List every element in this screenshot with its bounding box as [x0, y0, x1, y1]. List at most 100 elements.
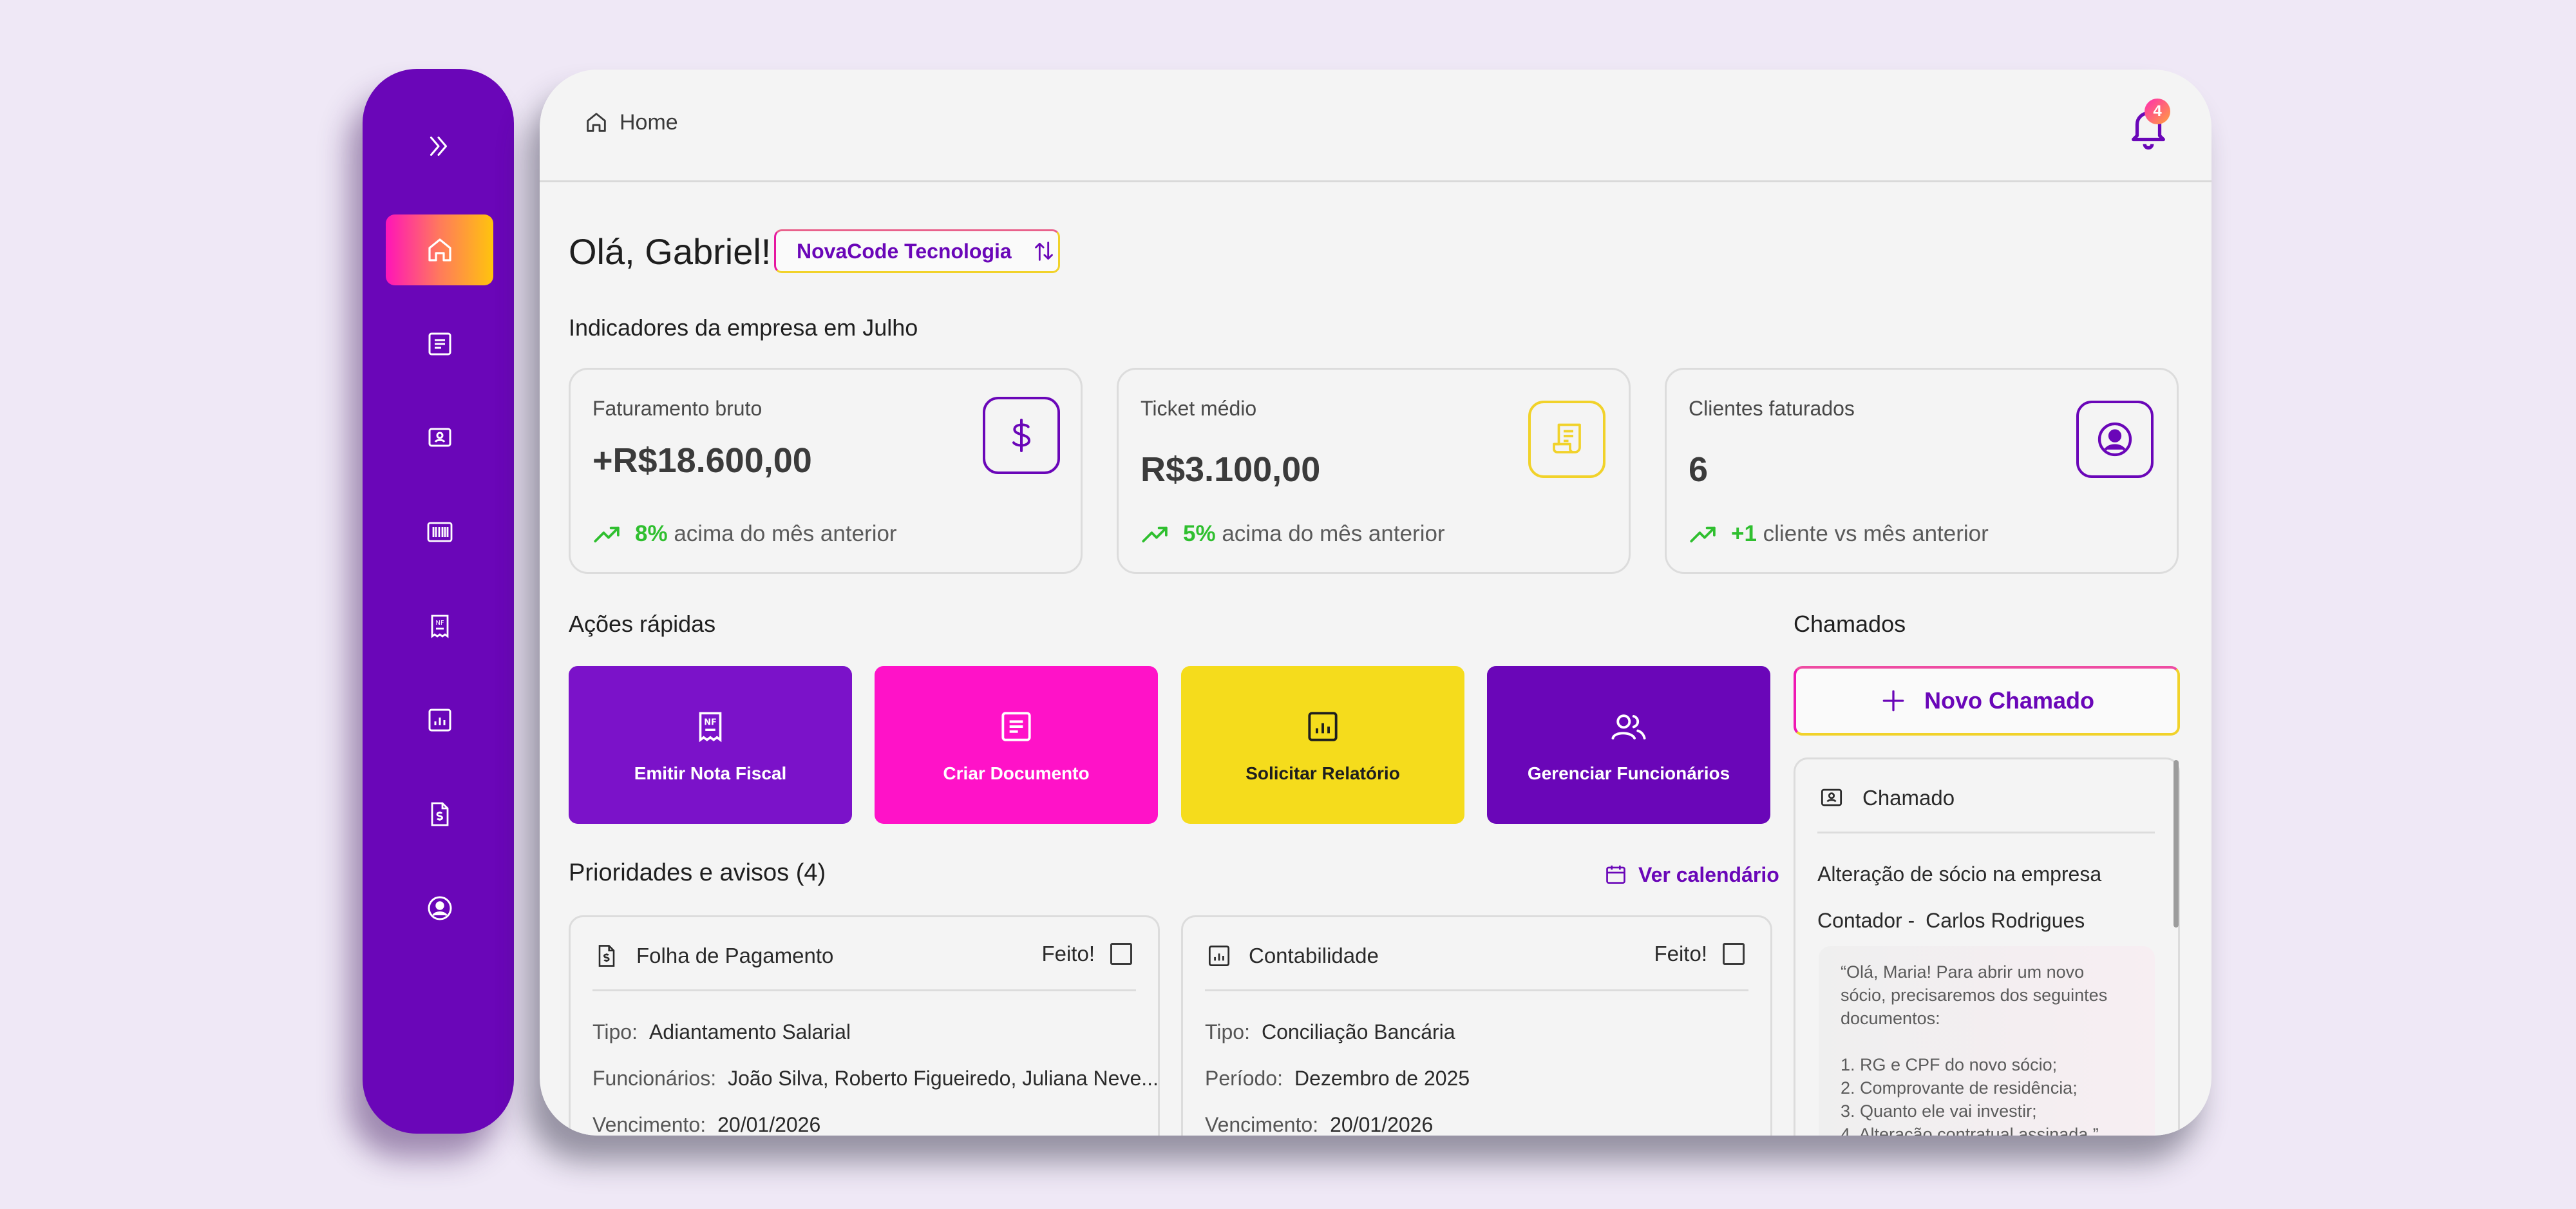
notification-count-badge: 4 — [2145, 99, 2170, 124]
quick-action-label: Solicitar Relatório — [1245, 763, 1400, 783]
row-value: Adiantamento Salarial — [649, 1020, 851, 1043]
svg-text:NF: NF — [704, 718, 717, 727]
priority-row: Tipo: Conciliação Bancária — [1205, 1020, 1455, 1044]
kpi-card-clients: Clientes faturados 6 +1 cliente vs mês a… — [1665, 368, 2179, 574]
receipt-icon — [1553, 423, 1581, 453]
sidebar-item-invoices[interactable]: NF — [386, 591, 493, 662]
priority-row: Tipo: Adiantamento Salarial — [592, 1020, 851, 1044]
dollar-icon — [1012, 419, 1031, 452]
barcode-icon — [427, 522, 452, 542]
ticket-subject: Alteração de sócio na empresa — [1817, 862, 2102, 886]
ticket-contact-label: Contador - — [1817, 909, 1915, 932]
quick-action-label: Gerenciar Funcionários — [1527, 763, 1730, 783]
priority-row: Período: Dezembro de 2025 — [1205, 1067, 1470, 1090]
priorities-title: Prioridades e avisos (4) — [569, 859, 826, 886]
double-chevron-right-icon — [430, 137, 447, 156]
ticket-message-line: 2. Comprovante de residência; — [1841, 1078, 2078, 1098]
kpi-label: Faturamento bruto — [592, 397, 762, 420]
contact-card-icon — [1821, 788, 1842, 806]
priority-card-payroll: Folha de Pagamento Feito! Tipo: Adiantame… — [569, 915, 1160, 1136]
main-panel: Home 4 Olá, Gabriel! NovaCode Tecnologia… — [540, 70, 2211, 1136]
kpi-icon-box — [983, 397, 1060, 474]
payroll-icon — [598, 945, 615, 967]
kpi-card-ticket: Ticket médio R$3.100,00 5% acima do mês … — [1117, 368, 1631, 574]
top-bar: Home 4 — [540, 70, 2211, 182]
sidebar-item-boletos[interactable] — [386, 497, 493, 567]
sidebar-item-documents[interactable] — [386, 309, 493, 379]
new-ticket-label: Novo Chamado — [1924, 687, 2095, 714]
kpi-trend-text: acima do mês anterior — [1222, 521, 1445, 546]
dollar-file-icon — [431, 802, 448, 826]
done-checkbox[interactable] — [1723, 943, 1745, 965]
calendar-icon — [1606, 865, 1625, 884]
sidebar-item-profile[interactable] — [386, 873, 493, 944]
kpi-label: Clientes faturados — [1689, 397, 1855, 420]
quick-action-label: Criar Documento — [943, 763, 1090, 783]
view-calendar-label: Ver calendário — [1638, 862, 1779, 886]
tickets-title: Chamados — [1794, 611, 1906, 637]
company-switcher-button[interactable]: NovaCode Tecnologia — [774, 229, 1060, 273]
row-label: Funcionários: — [592, 1067, 717, 1090]
sidebar-item-reports[interactable] — [386, 685, 493, 756]
row-label: Período: — [1205, 1067, 1283, 1090]
report-icon — [1308, 711, 1338, 741]
ticket-message: “Olá, Maria! Para abrir um novo sócio, p… — [1819, 946, 2155, 1136]
kpi-percent: 8% — [635, 521, 668, 546]
priority-title: Folha de Pagamento — [636, 944, 834, 967]
user-circle-icon — [428, 896, 451, 920]
kpi-percent: 5% — [1183, 521, 1216, 546]
document-icon — [428, 332, 451, 356]
row-label: Tipo: — [592, 1020, 638, 1043]
kpi-value: R$3.100,00 — [1141, 450, 1321, 489]
kpi-value: +R$18.600,00 — [592, 441, 812, 480]
priority-title: Contabilidade — [1249, 944, 1379, 967]
sidebar-item-finance[interactable] — [386, 779, 493, 850]
kpi-icon-box — [2076, 401, 2154, 478]
kpi-trend-text: acima do mês anterior — [674, 521, 897, 546]
ticket-scrollbar[interactable] — [2174, 760, 2179, 928]
ticket-message-line: documentos: — [1841, 1009, 1940, 1028]
row-value: João Silva, Roberto Figueiredo, Juliana … — [728, 1067, 1159, 1090]
sidebar-item-home[interactable] — [386, 214, 493, 285]
priority-done: Feito! — [1041, 942, 1132, 966]
sidebar: NF — [363, 69, 514, 1134]
quick-action-issue-invoice[interactable]: NF Emitir Nota Fiscal — [569, 666, 852, 824]
expand-sidebar-button[interactable] — [414, 127, 462, 166]
priority-row: Funcionários: João Silva, Roberto Figueir… — [592, 1067, 1159, 1090]
contact-card-icon — [428, 428, 451, 447]
sidebar-item-contacts[interactable] — [386, 403, 493, 473]
row-value: 20/01/2026 — [1330, 1113, 1434, 1136]
view-calendar-link[interactable]: Ver calendário — [1604, 862, 1779, 887]
row-label: Vencimento: — [1205, 1113, 1319, 1136]
quick-action-label: Emitir Nota Fiscal — [634, 763, 787, 783]
users-icon — [1611, 714, 1646, 739]
quick-action-request-report[interactable]: Solicitar Relatório — [1181, 666, 1464, 824]
done-label: Feito! — [1654, 942, 1707, 966]
kpi-percent: +1 — [1731, 521, 1757, 546]
kpi-trend: +1 cliente vs mês anterior — [1689, 521, 1989, 547]
trending-up-icon — [1690, 526, 1716, 543]
ticket-header: Chamado — [1817, 784, 1955, 812]
ticket-message-line: “Olá, Maria! Para abrir um novo — [1841, 962, 2085, 982]
done-checkbox[interactable] — [1110, 943, 1132, 965]
home-icon — [428, 238, 451, 262]
greeting: Olá, Gabriel! — [569, 231, 772, 272]
ticket-card[interactable]: Chamado Alteração de sócio na empresa Co… — [1794, 757, 2180, 1136]
quick-action-manage-employees[interactable]: Gerenciar Funcionários — [1487, 666, 1770, 824]
report-icon — [1208, 945, 1230, 967]
priority-card-accounting: Contabilidade Feito! Tipo: Conciliação Ba… — [1181, 915, 1772, 1136]
ticket-contact: Contador - Carlos Rodrigues — [1817, 909, 2085, 933]
quick-action-create-document[interactable]: Criar Documento — [875, 666, 1158, 824]
breadcrumb-label: Home — [620, 109, 678, 135]
swap-arrows-icon — [1034, 242, 1053, 261]
svg-text:NF: NF — [435, 620, 444, 627]
ticket-contact-name: Carlos Rodrigues — [1926, 909, 2085, 932]
new-ticket-button[interactable]: Novo Chamado — [1794, 666, 2180, 736]
priority-header: Contabilidade — [1205, 942, 1379, 970]
report-icon — [428, 709, 451, 732]
ticket-message-line: 1. RG e CPF do novo sócio; — [1841, 1055, 2058, 1074]
breadcrumb[interactable]: Home — [583, 109, 678, 135]
indicators-title: Indicadores da empresa em Julho — [569, 314, 918, 341]
kpi-trend-text: cliente vs mês anterior — [1763, 521, 1989, 546]
trending-up-icon — [594, 526, 620, 543]
